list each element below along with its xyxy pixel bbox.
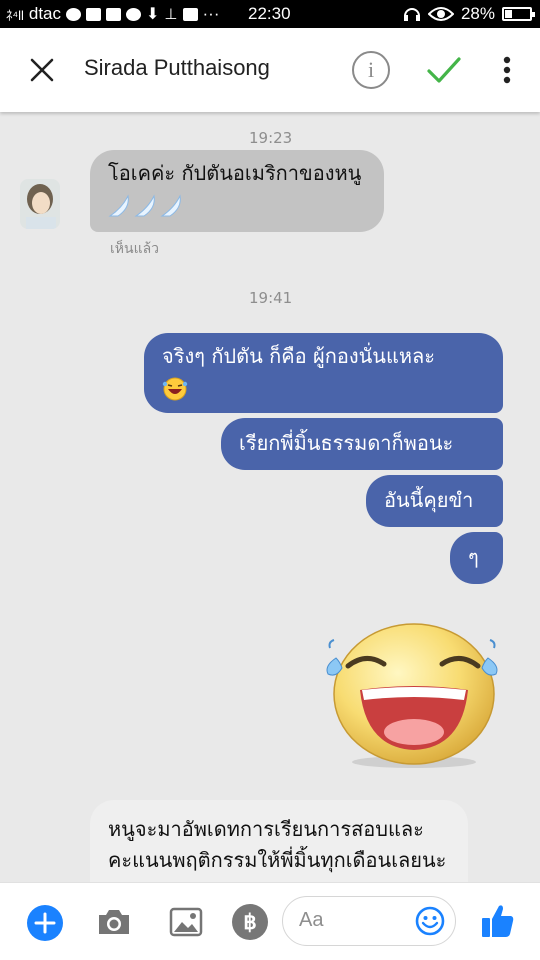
camera-icon bbox=[99, 910, 129, 934]
checkmark-icon bbox=[427, 57, 461, 83]
incoming-message[interactable]: หนูจะมาอัพเดทการเรียนการสอบและคะแนนพฤติก… bbox=[90, 800, 468, 882]
status-left: ﾈ⁴ll dtac ⬇ ⊥ ··· bbox=[0, 4, 219, 24]
laughing-tears-emoji bbox=[162, 377, 188, 400]
checkmark-button[interactable] bbox=[424, 52, 464, 88]
incoming-message[interactable]: โอเคค่ะ กัปตันอเมริกาของหนู bbox=[90, 150, 384, 232]
more-options-button[interactable] bbox=[496, 52, 518, 88]
laughing-sticker-icon bbox=[326, 623, 498, 768]
download-icon: ⬇ bbox=[146, 6, 160, 23]
like-button[interactable] bbox=[480, 901, 516, 941]
emoji-icon[interactable] bbox=[415, 906, 445, 936]
outgoing-message[interactable]: จริงๆ กัปตัน ก็คือ ผู้กองนั่นแหละ bbox=[144, 333, 503, 413]
mail-icon bbox=[86, 7, 102, 21]
carrier-label: dtac bbox=[28, 4, 62, 23]
line-icon bbox=[66, 7, 82, 21]
info-button[interactable]: i bbox=[352, 51, 390, 89]
baht-icon: ฿ bbox=[243, 910, 257, 934]
laughing-sticker[interactable] bbox=[322, 620, 502, 770]
status-right: 28% bbox=[403, 4, 535, 24]
info-icon: i bbox=[367, 57, 375, 82]
message-text: หนูจะมาอัพเดทการเรียนการสอบและคะแนนพฤติก… bbox=[108, 817, 447, 882]
more-vertical-icon bbox=[503, 56, 511, 84]
messenger-icon bbox=[126, 7, 142, 21]
message-text: อันนี้คุยขำ bbox=[384, 488, 474, 512]
timestamp: 19:41 bbox=[249, 289, 293, 307]
battery-icon bbox=[502, 7, 535, 21]
add-button[interactable] bbox=[26, 904, 64, 942]
message-input-placeholder: Aa bbox=[299, 909, 324, 931]
camera-button[interactable] bbox=[96, 905, 132, 939]
avatar-image bbox=[20, 179, 60, 229]
seen-label: เห็นแล้ว bbox=[110, 241, 160, 257]
status-bar: ﾈ⁴ll dtac ⬇ ⊥ ··· 22:30 28% bbox=[0, 0, 540, 28]
headset-icon bbox=[403, 8, 420, 21]
eye-icon bbox=[427, 7, 454, 21]
close-button[interactable] bbox=[22, 48, 62, 92]
contact-name[interactable]: Sirada Putthaisong bbox=[84, 55, 270, 81]
close-icon bbox=[30, 58, 54, 82]
message-list[interactable]: 19:23 โอเคค่ะ กัปตันอเมริกาของหนู เห็นแล… bbox=[0, 112, 540, 882]
battery-percent: 28% bbox=[460, 4, 495, 23]
payment-button[interactable]: ฿ bbox=[232, 904, 268, 940]
avatar[interactable] bbox=[20, 179, 60, 229]
message-text: เรียกพี่มิ้นธรรมดาก็พอนะ bbox=[239, 431, 454, 455]
message-composer: ฿ Aa bbox=[0, 882, 540, 960]
youtube-icon bbox=[106, 7, 122, 21]
conversation-header: Sirada Putthaisong i bbox=[0, 28, 540, 112]
gallery-button[interactable] bbox=[168, 905, 204, 939]
facebook-icon bbox=[182, 7, 198, 21]
image-icon bbox=[169, 907, 203, 937]
battery-level bbox=[505, 10, 513, 18]
plus-icon bbox=[27, 905, 63, 941]
message-text: ๆ bbox=[468, 545, 479, 569]
message-text: จริงๆ กัปตัน ก็คือ ผู้กองนั่นแหละ bbox=[162, 344, 436, 368]
thumbs-up-icon bbox=[482, 905, 514, 937]
clock: 22:30 bbox=[248, 4, 291, 23]
message-text: โอเคค่ะ กัปตันอเมริกาของหนู bbox=[108, 161, 362, 185]
message-input[interactable]: Aa bbox=[282, 896, 456, 946]
outgoing-message[interactable]: เรียกพี่มิ้นธรรมดาก็พอนะ bbox=[221, 418, 503, 470]
sweat-drops-emoji bbox=[108, 193, 181, 216]
more-notifications-indicator: ··· bbox=[202, 4, 220, 23]
sync-icon: ⊥ bbox=[164, 6, 178, 23]
outgoing-message[interactable]: อันนี้คุยขำ bbox=[366, 475, 503, 527]
signal-indicator: ﾈ⁴ll bbox=[6, 7, 24, 23]
outgoing-message[interactable]: ๆ bbox=[450, 532, 503, 584]
timestamp: 19:23 bbox=[249, 129, 293, 147]
